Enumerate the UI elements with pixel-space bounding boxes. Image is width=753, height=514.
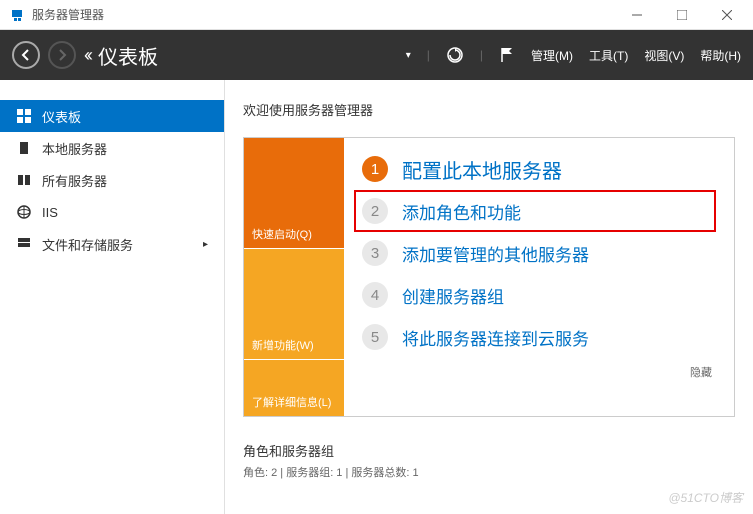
sidebar-item-all-servers[interactable]: 所有服务器 [0, 164, 224, 196]
header: ‹‹ 仪表板 ▾ | | 管理(M) 工具(T) 视图(V) 帮助(H) [0, 30, 753, 80]
server-icon [16, 140, 32, 156]
step-number: 3 [362, 240, 388, 266]
sidebar-item-label: 本地服务器 [42, 139, 107, 158]
roles-section: 角色和服务器组 角色: 2 | 服务器组: 1 | 服务器总数: 1 [243, 441, 735, 480]
breadcrumb-separator: ‹‹ [84, 45, 90, 66]
sidebar-item-label: 所有服务器 [42, 171, 107, 190]
refresh-icon[interactable] [446, 46, 464, 64]
step-text: 配置此本地服务器 [402, 155, 562, 184]
steps-panel: 1 配置此本地服务器 2 添加角色和功能 3 添加要管理的其他服务器 4 创建服… [344, 138, 734, 416]
app-icon [10, 7, 26, 23]
step-text: 将此服务器连接到云服务 [402, 325, 589, 350]
sidebar-item-local-server[interactable]: 本地服务器 [0, 132, 224, 164]
roles-title: 角色和服务器组 [243, 441, 735, 460]
sidebar-item-label: IIS [42, 205, 58, 220]
step-number: 5 [362, 324, 388, 350]
page-title: 仪表板 [98, 41, 158, 70]
sidebar: 仪表板 本地服务器 所有服务器 IIS 文件和存储服务 ▸ [0, 80, 225, 514]
watermark: @51CTO博客 [668, 489, 743, 506]
servers-icon [16, 172, 32, 188]
content: 欢迎使用服务器管理器 快速启动(Q) 新增功能(W) 了解详细信息(L) 1 配… [225, 80, 753, 514]
step-add-roles[interactable]: 2 添加角色和功能 [354, 190, 716, 232]
step-connect-cloud[interactable]: 5 将此服务器连接到云服务 [362, 316, 716, 358]
tiles-container: 快速启动(Q) 新增功能(W) 了解详细信息(L) 1 配置此本地服务器 2 添… [243, 137, 735, 417]
titlebar-title: 服务器管理器 [32, 6, 614, 23]
dropdown-caret[interactable]: ▾ [406, 50, 411, 61]
flag-icon[interactable] [499, 46, 515, 64]
sidebar-item-file-storage[interactable]: 文件和存储服务 ▸ [0, 228, 224, 260]
chevron-right-icon: ▸ [203, 239, 208, 250]
close-button[interactable] [704, 0, 749, 30]
roles-subtitle: 角色: 2 | 服务器组: 1 | 服务器总数: 1 [243, 464, 735, 480]
tiles-left: 快速启动(Q) 新增功能(W) 了解详细信息(L) [244, 138, 344, 416]
step-configure[interactable]: 1 配置此本地服务器 [362, 148, 716, 190]
titlebar: 服务器管理器 [0, 0, 753, 30]
step-create-group[interactable]: 4 创建服务器组 [362, 274, 716, 316]
window-controls [614, 0, 749, 30]
menu-tools[interactable]: 工具(T) [589, 47, 628, 64]
menu-manage[interactable]: 管理(M) [531, 47, 573, 64]
step-number: 4 [362, 282, 388, 308]
tile-learn-more[interactable]: 了解详细信息(L) [244, 359, 344, 416]
step-text: 添加角色和功能 [402, 199, 521, 224]
sidebar-item-label: 文件和存储服务 [42, 235, 133, 254]
hide-link[interactable]: 隐藏 [362, 358, 716, 380]
storage-icon [16, 236, 32, 252]
back-button[interactable] [12, 41, 40, 69]
forward-button[interactable] [48, 41, 76, 69]
tile-whats-new[interactable]: 新增功能(W) [244, 248, 344, 359]
minimize-button[interactable] [614, 0, 659, 30]
step-number: 2 [362, 198, 388, 224]
step-text: 添加要管理的其他服务器 [402, 241, 589, 266]
iis-icon [16, 204, 32, 220]
maximize-button[interactable] [659, 0, 704, 30]
sidebar-item-dashboard[interactable]: 仪表板 [0, 100, 224, 132]
step-text: 创建服务器组 [402, 283, 504, 308]
welcome-title: 欢迎使用服务器管理器 [243, 100, 735, 119]
menu-view[interactable]: 视图(V) [644, 47, 684, 64]
menu-help[interactable]: 帮助(H) [700, 47, 741, 64]
dashboard-icon [16, 108, 32, 124]
step-add-servers[interactable]: 3 添加要管理的其他服务器 [362, 232, 716, 274]
sidebar-item-iis[interactable]: IIS [0, 196, 224, 228]
tile-quick-start[interactable]: 快速启动(Q) [244, 138, 344, 248]
step-number: 1 [362, 156, 388, 182]
nav-arrows [12, 41, 76, 69]
sidebar-item-label: 仪表板 [42, 107, 81, 126]
